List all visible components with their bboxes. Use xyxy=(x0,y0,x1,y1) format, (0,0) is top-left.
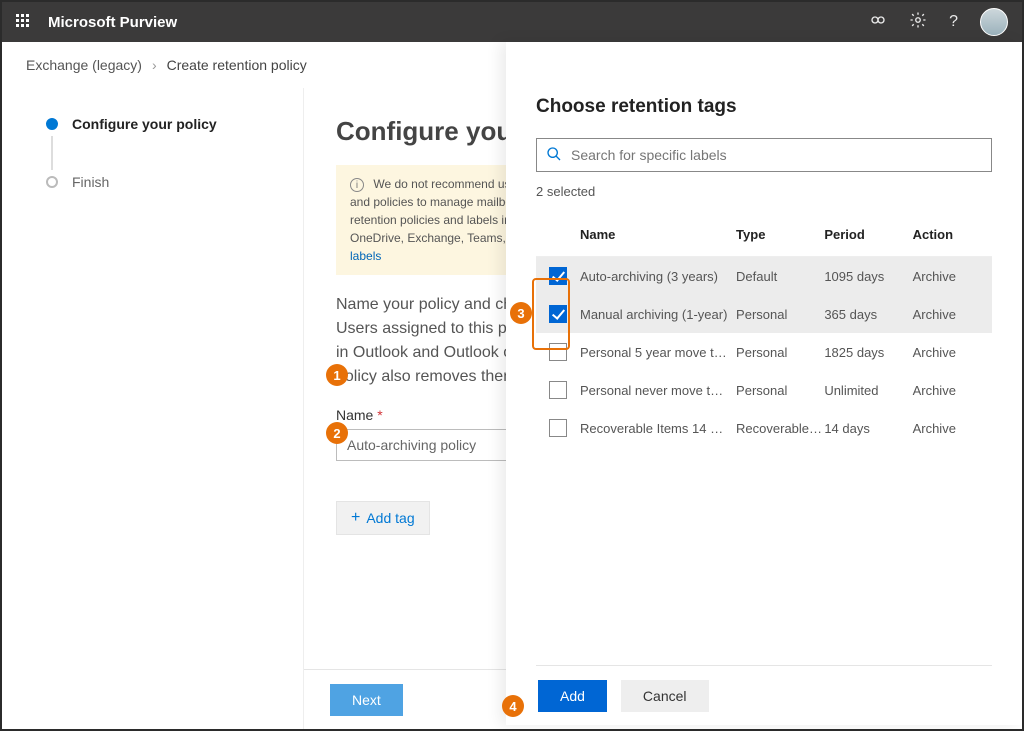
table-row[interactable]: Personal never move to archivePersonalUn… xyxy=(536,371,992,409)
table-header: Name Type Period Action xyxy=(536,213,992,257)
callout-3: 3 xyxy=(510,302,532,324)
search-icon xyxy=(546,146,562,167)
cell-action: Archive xyxy=(913,269,992,284)
add-tag-label: Add tag xyxy=(366,510,414,526)
wizard-step-configure[interactable]: Configure your policy xyxy=(46,116,283,132)
table-row[interactable]: Recoverable Items 14 days move to archiv… xyxy=(536,409,992,447)
avatar[interactable] xyxy=(980,8,1008,36)
callout-2: 2 xyxy=(326,422,348,444)
link-icon[interactable] xyxy=(869,11,887,34)
cell-action: Archive xyxy=(913,421,992,436)
cell-type: Personal xyxy=(736,307,824,322)
step-dot-icon xyxy=(46,118,58,130)
breadcrumb-current: Create retention policy xyxy=(167,57,307,73)
help-icon[interactable]: ? xyxy=(949,13,958,31)
panel-title: Choose retention tags xyxy=(536,96,992,118)
table-row[interactable]: Personal 5 year move to archivePersonal1… xyxy=(536,333,992,371)
cell-name: Personal 5 year move to archive xyxy=(580,345,736,360)
step-dot-icon xyxy=(46,176,58,188)
choose-tags-panel: Choose retention tags 2 selected Name Ty… xyxy=(506,42,1022,725)
cell-action: Archive xyxy=(913,345,992,360)
cell-period: 365 days xyxy=(824,307,912,322)
cell-type: Default xyxy=(736,269,824,284)
checkbox[interactable] xyxy=(549,343,567,361)
cell-type: Personal xyxy=(736,345,824,360)
search-input[interactable] xyxy=(536,138,992,172)
add-button[interactable]: Add xyxy=(538,680,607,712)
col-name[interactable]: Name xyxy=(580,227,736,242)
step-label: Configure your policy xyxy=(72,116,217,132)
col-period[interactable]: Period xyxy=(824,227,912,242)
cell-name: Personal never move to archive xyxy=(580,383,736,398)
next-button[interactable]: Next xyxy=(330,684,403,716)
cell-period: 1825 days xyxy=(824,345,912,360)
wizard-steps: Configure your policy Finish xyxy=(2,88,304,729)
step-connector xyxy=(51,136,53,170)
panel-footer: Add Cancel xyxy=(536,665,992,725)
cell-name: Recoverable Items 14 days move to archiv… xyxy=(580,421,736,436)
brand-title: Microsoft Purview xyxy=(48,14,177,31)
checkbox[interactable] xyxy=(549,305,567,323)
plus-icon: + xyxy=(351,509,360,527)
cell-period: Unlimited xyxy=(824,383,912,398)
table-body: Auto-archiving (3 years)Default1095 days… xyxy=(536,257,992,447)
app-launcher-icon[interactable] xyxy=(16,14,32,30)
checkbox[interactable] xyxy=(549,381,567,399)
callout-1: 1 xyxy=(326,364,348,386)
info-icon: i xyxy=(350,178,364,192)
callout-4: 4 xyxy=(502,695,524,717)
checkbox[interactable] xyxy=(549,267,567,285)
cell-period: 14 days xyxy=(824,421,912,436)
cell-period: 1095 days xyxy=(824,269,912,284)
col-action[interactable]: Action xyxy=(913,227,992,242)
breadcrumb-parent[interactable]: Exchange (legacy) xyxy=(26,57,142,73)
cell-type: Personal xyxy=(736,383,824,398)
cell-type: Recoverable Items Folder xyxy=(736,421,824,436)
table-row[interactable]: Auto-archiving (3 years)Default1095 days… xyxy=(536,257,992,295)
step-label: Finish xyxy=(72,174,109,190)
cell-action: Archive xyxy=(913,383,992,398)
cell-action: Archive xyxy=(913,307,992,322)
app-header: Microsoft Purview ? xyxy=(2,2,1022,42)
cell-name: Manual archiving (1-year) xyxy=(580,307,736,322)
selection-count: 2 selected xyxy=(536,184,992,199)
cancel-button[interactable]: Cancel xyxy=(621,680,709,712)
gear-icon[interactable] xyxy=(909,11,927,34)
col-type[interactable]: Type xyxy=(736,227,824,242)
cell-name: Auto-archiving (3 years) xyxy=(580,269,736,284)
wizard-step-finish[interactable]: Finish xyxy=(46,174,283,190)
chevron-right-icon: › xyxy=(152,57,157,73)
add-tag-button[interactable]: + Add tag xyxy=(336,501,430,535)
checkbox[interactable] xyxy=(549,419,567,437)
table-row[interactable]: Manual archiving (1-year)Personal365 day… xyxy=(536,295,992,333)
